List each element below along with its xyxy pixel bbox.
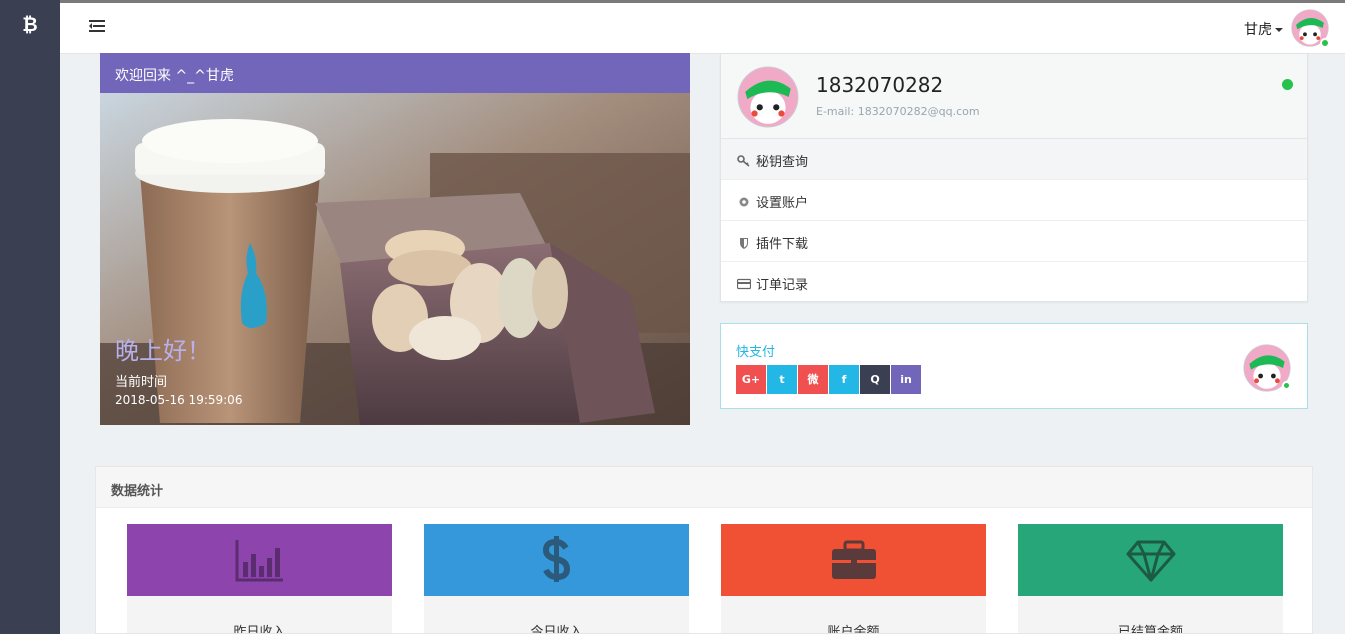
profile-card: 1832070282 E-mail: 1832070282@qq.com 秘钥查… (720, 53, 1308, 302)
sidebar: ₿ (0, 0, 60, 634)
stat-card-label: 今日收入 (424, 596, 689, 633)
google-plus-icon[interactable]: G+ (736, 365, 766, 394)
menu-item-key-query[interactable]: 秘钥查询 (721, 139, 1307, 180)
email-text: E-mail: 1832070282@qq.com (816, 105, 980, 118)
menu-item-label: 设置账户 (756, 196, 809, 211)
menu-item-order-history[interactable]: 订单记录 (721, 262, 1307, 303)
coffee-macaron-image (100, 93, 690, 425)
menu-item-label: 秘钥查询 (756, 155, 809, 170)
caret-down-icon (1275, 28, 1283, 32)
shield-icon (740, 238, 748, 249)
stat-card-today-income[interactable]: 今日收入 (424, 524, 689, 633)
online-status-dot (1282, 381, 1291, 390)
avatar[interactable] (1243, 344, 1291, 392)
quick-pay-title: 快支付 (736, 345, 776, 360)
stat-card-label: 已结算金额 (1018, 596, 1283, 633)
online-status-dot (1320, 38, 1330, 48)
bitcoin-logo-icon[interactable]: ₿ (0, 14, 60, 37)
credit-card-icon (737, 278, 751, 290)
stat-card-account-balance[interactable]: 账户余额 (721, 524, 986, 633)
current-time-label: 当前时间 (115, 375, 168, 390)
welcome-header: 欢迎回来 ^_^甘虎 (100, 53, 690, 93)
twitter-icon[interactable]: t (767, 365, 797, 394)
facebook-icon[interactable]: f (829, 365, 859, 394)
stats-title: 数据统计 (96, 467, 1312, 508)
weibo-icon[interactable]: 微 (798, 365, 828, 394)
current-time-value: 2018-05-16 19:59:06 (115, 393, 243, 407)
user-name: 甘虎 (1244, 22, 1272, 38)
stat-card-label: 昨日收入 (127, 596, 392, 633)
menu-item-label: 插件下载 (756, 237, 809, 252)
avatar[interactable] (737, 66, 799, 128)
user-dropdown[interactable]: 甘虎 (1244, 19, 1283, 39)
stat-card-header (721, 524, 986, 596)
menu-item-account-settings[interactable]: 设置账户 (721, 180, 1307, 221)
linkedin-icon[interactable]: in (891, 365, 921, 394)
briefcase-icon (832, 540, 876, 579)
dollar-icon (542, 536, 571, 582)
profile-header: 1832070282 E-mail: 1832070282@qq.com (721, 54, 1307, 139)
stat-card-settled-amount[interactable]: 已结算金额 (1018, 524, 1283, 633)
diamond-icon (1126, 540, 1176, 582)
social-buttons: G+ t 微 f Qin (736, 365, 922, 394)
welcome-panel: 欢迎回来 ^_^甘虎 晚上好！ 当前时间 2018-05-16 19:59:06 (100, 53, 690, 425)
stat-card-header (424, 524, 689, 596)
stats-panel: 数据统计 昨日收入 今日收入 账户余额 已结算金额 (95, 466, 1313, 634)
greeting-text: 晚上好！ (115, 337, 211, 365)
gear-icon (739, 197, 749, 207)
phone-number: 1832070282 (816, 73, 944, 97)
menu-toggle-icon[interactable] (89, 20, 105, 34)
key-icon (737, 155, 750, 167)
stat-card-yesterday-income[interactable]: 昨日收入 (127, 524, 392, 633)
profile-menu: 秘钥查询 设置账户 插件下载 订单记录 (721, 139, 1307, 303)
stat-card-header (127, 524, 392, 596)
stat-card-label: 账户余额 (721, 596, 986, 633)
stat-card-header (1018, 524, 1283, 596)
top-navbar: 甘虎 (60, 0, 1345, 54)
qq-icon[interactable]: Q (860, 365, 890, 394)
menu-item-plugin-download[interactable]: 插件下载 (721, 221, 1307, 262)
menu-item-label: 订单记录 (756, 278, 809, 293)
avatar[interactable] (1291, 9, 1330, 48)
online-status-dot (1282, 79, 1293, 90)
quick-pay-panel: 快支付 G+ t 微 f Qin (720, 323, 1308, 409)
bar-chart-icon (235, 540, 283, 582)
